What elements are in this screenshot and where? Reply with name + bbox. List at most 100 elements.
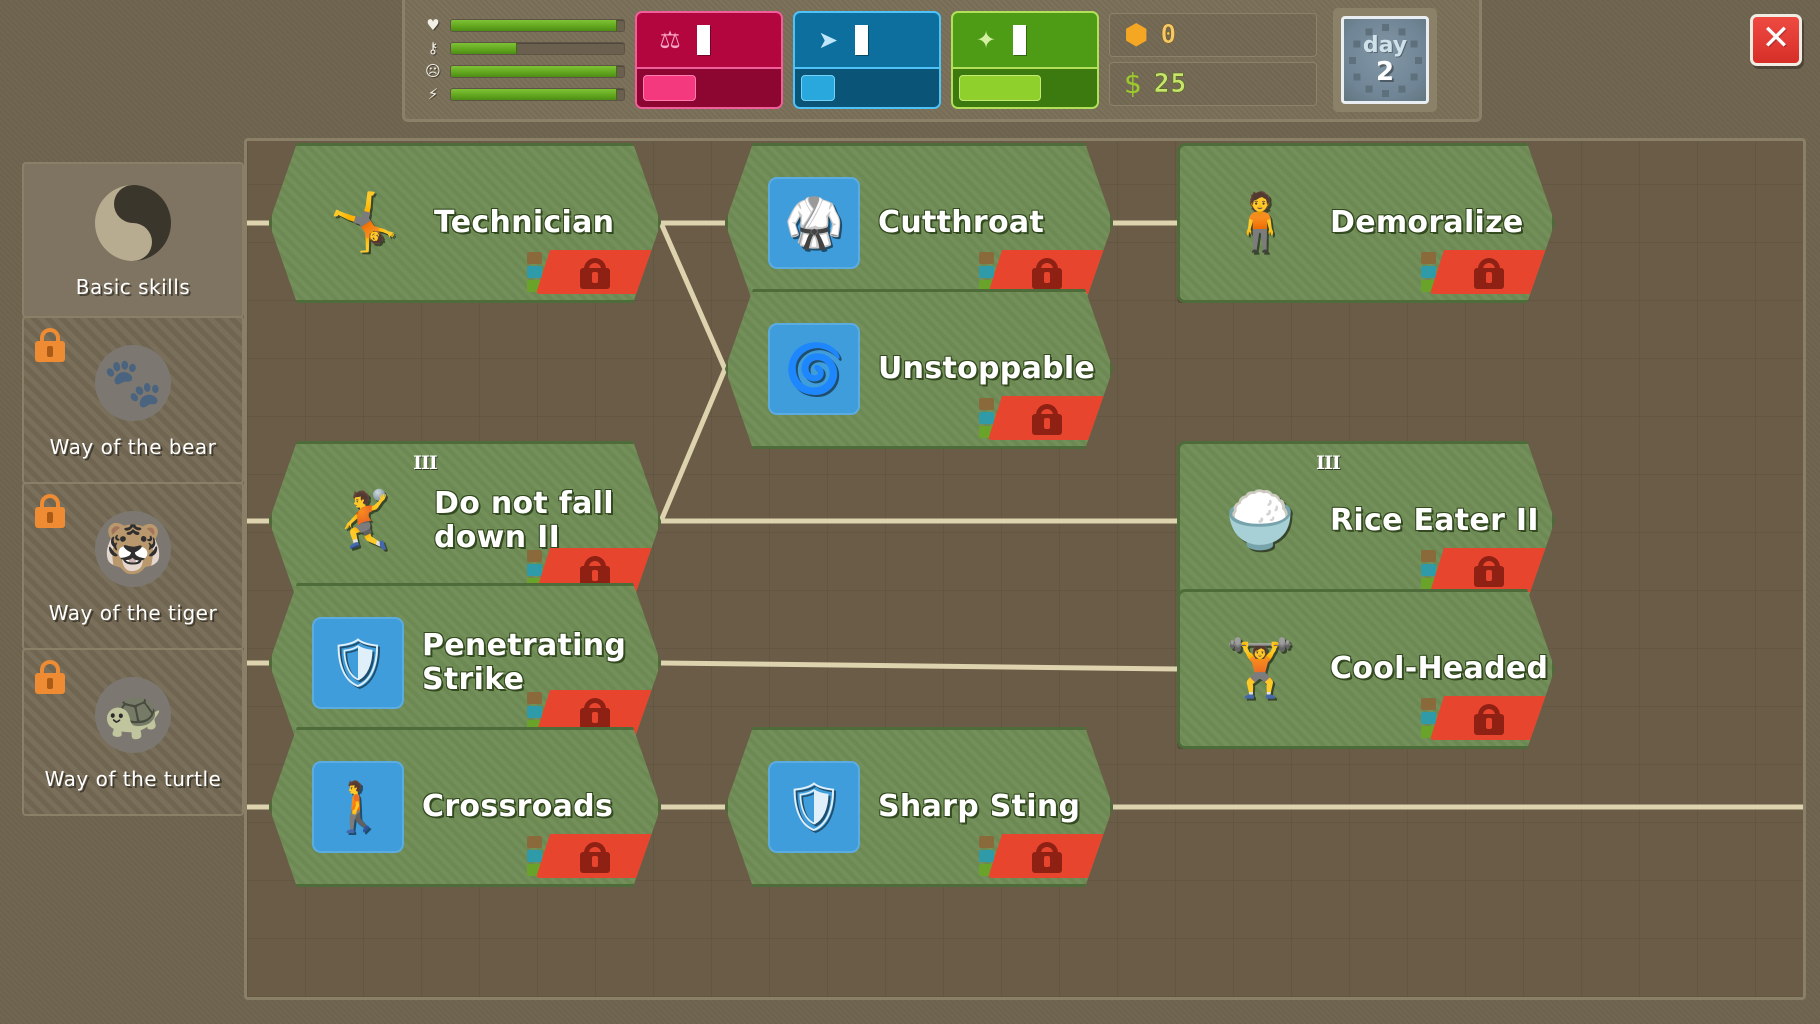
skill-node-title: Penetrating Strike <box>422 628 627 697</box>
sidebar-item-way-of-the-tiger[interactable]: 🐯 Way of the tiger <box>22 482 244 650</box>
skill-tree-screen: ♥ ⚷ ☹ ⚡ ⚖ ➤ ✦ ⬢ 0 $25 day 2 ✕ Basic skills 🐾 Way … <box>0 0 1820 1024</box>
skill-lock-badge[interactable] <box>988 250 1106 294</box>
resource-xp-fill <box>643 74 696 101</box>
unstoppable-card-icon: 🌀 <box>768 323 860 415</box>
skill-category-sidebar: Basic skills 🐾 Way of the bear 🐯 Way of the … <box>22 162 244 816</box>
skill-node-title: Demoralize <box>1330 205 1524 241</box>
resource-xp-track <box>795 66 939 107</box>
resource-level-agility <box>855 24 868 55</box>
resource-level-strength <box>697 24 710 55</box>
sidebar-item-label: Way of the tiger <box>48 600 218 625</box>
resource-xp-track <box>953 66 1097 107</box>
resource-header: ⚖ <box>637 13 781 67</box>
sidebar-item-way-of-the-turtle[interactable]: 🐢 Way of the turtle <box>22 648 244 816</box>
skill-lock-badge[interactable] <box>988 834 1106 878</box>
shield-card-icon: 🛡 <box>312 617 404 709</box>
skill-node-unstoppable[interactable]: 🌀 Unstoppable <box>725 289 1113 449</box>
skill-node-title: Unstoppable <box>878 351 1096 387</box>
cutthroat-card-icon: 🥋 <box>768 177 860 269</box>
resource-cards: ⚖ ➤ ✦ <box>635 10 1099 109</box>
currency-row-gold: ⬢ 0 <box>1109 13 1317 57</box>
skill-node-cutthroat[interactable]: 🥋 Cutthroat <box>725 143 1113 303</box>
skill-lock-badge[interactable] <box>1430 250 1548 294</box>
top-hud: ♥ ⚷ ☹ ⚡ ⚖ ➤ ✦ ⬢ 0 $25 day 2 <box>402 0 1482 122</box>
currency-panel: ⬢ 0 $25 <box>1109 11 1317 109</box>
stat-row-energy: ⚡ <box>423 85 625 103</box>
stat-row-hunger: ⚷ <box>423 39 625 57</box>
key-icon: ⚷ <box>427 38 439 57</box>
skill-lock-badge[interactable] <box>536 834 654 878</box>
resource-card-technique[interactable]: ✦ <box>951 10 1099 109</box>
handstand-sprite: 🤾 <box>329 488 399 553</box>
resource-header: ➤ <box>795 13 939 67</box>
skill-lock-badge[interactable] <box>988 396 1106 440</box>
stat-bar-hunger <box>450 41 625 55</box>
stat-bar-mood <box>450 64 625 78</box>
resource-header: ✦ <box>953 13 1097 67</box>
sharp-sting-card-icon: 🛡 <box>768 761 860 853</box>
resource-xp-fill <box>801 74 836 101</box>
skill-node-title: Cutthroat <box>878 205 1045 241</box>
resource-level-technique <box>1013 24 1026 55</box>
stat-bar-energy <box>450 87 625 101</box>
lightning-icon: ⚡ <box>427 84 439 103</box>
skill-node-title: Rice Eater II <box>1330 503 1539 539</box>
tiger-face-icon: 🐯 <box>95 510 171 587</box>
skill-node-sharp-sting[interactable]: 🛡 Sharp Sting <box>725 727 1113 887</box>
skill-node-title: Technician <box>434 205 615 241</box>
resource-xp-track <box>637 66 781 107</box>
sidebar-item-label: Basic skills <box>75 274 191 299</box>
gears-icon: ✦ <box>975 25 997 54</box>
skill-node-title: Crossroads <box>422 789 614 825</box>
currency-row-cash: $25 <box>1109 62 1317 106</box>
day-badge[interactable]: day 2 <box>1333 7 1437 112</box>
demoralize-sprite: 🧍 <box>1225 190 1295 255</box>
sad-face-icon: ☹ <box>425 61 441 80</box>
dollar-icon: $ <box>1124 67 1142 100</box>
skill-rank-pips: III <box>1316 452 1340 474</box>
skill-node-cool-headed[interactable]: 🏋 Cool-Headed <box>1177 589 1555 749</box>
skill-node-rice-eater-2[interactable]: 🍚 Rice Eater II III <box>1177 441 1555 601</box>
stat-row-health: ♥ <box>423 16 625 34</box>
lock-icon <box>34 660 66 694</box>
skill-lock-badge[interactable] <box>1430 696 1548 740</box>
sidebar-item-way-of-the-bear[interactable]: 🐾 Way of the bear <box>22 316 244 484</box>
stat-bar-health <box>450 18 625 32</box>
lock-icon <box>34 328 66 362</box>
sidebar-item-label: Way of the turtle <box>44 766 222 791</box>
stat-bars: ♥ ⚷ ☹ ⚡ <box>417 8 625 112</box>
skill-tree-panel[interactable]: 🤸 Technician 🤾 Do not fall down II III 🛡 Penet… <box>244 138 1806 1000</box>
resource-xp-fill <box>959 74 1041 101</box>
resource-card-agility[interactable]: ➤ <box>793 10 941 109</box>
skill-node-do-not-fall-down-2[interactable]: 🤾 Do not fall down II III <box>269 441 661 601</box>
sidebar-item-label: Way of the bear <box>49 434 217 459</box>
day-label: day <box>1362 32 1408 58</box>
lock-icon <box>34 494 66 528</box>
resource-card-strength[interactable]: ⚖ <box>635 10 783 109</box>
sidebar-item-basic-skills[interactable]: Basic skills <box>22 162 244 318</box>
yin-yang-icon <box>95 184 171 261</box>
skill-lock-badge[interactable] <box>1430 548 1548 592</box>
skill-node-title: Cool-Headed <box>1330 651 1549 687</box>
skill-node-crossroads[interactable]: 🚶 Crossroads <box>269 727 661 887</box>
technician-sprite: 🤸 <box>329 190 399 255</box>
skill-node-demoralize[interactable]: 🧍 Demoralize <box>1177 143 1555 303</box>
running-icon: ➤ <box>817 25 839 54</box>
close-icon: ✕ <box>1761 18 1791 58</box>
rice-eater-sprite: 🍚 <box>1225 488 1295 553</box>
currency-value-gold: 0 <box>1160 20 1178 51</box>
day-number: 2 <box>1375 56 1395 87</box>
skill-node-title: Sharp Sting <box>878 789 1081 825</box>
skill-lock-badge[interactable] <box>536 250 654 294</box>
gold-coin-icon: ⬢ <box>1124 18 1149 51</box>
skill-node-penetrating-strike[interactable]: 🛡 Penetrating Strike <box>269 583 661 743</box>
turtle-icon: 🐢 <box>95 676 171 753</box>
currency-value-cash: 25 <box>1153 69 1188 100</box>
bear-paw-icon: 🐾 <box>95 344 171 421</box>
day-clock: day 2 <box>1341 15 1429 104</box>
skill-node-title: Do not fall down II <box>434 486 614 555</box>
close-button[interactable]: ✕ <box>1750 14 1802 66</box>
skill-node-technician[interactable]: 🤸 Technician <box>269 143 661 303</box>
stat-row-mood: ☹ <box>423 62 625 80</box>
heart-icon: ♥ <box>426 15 440 34</box>
